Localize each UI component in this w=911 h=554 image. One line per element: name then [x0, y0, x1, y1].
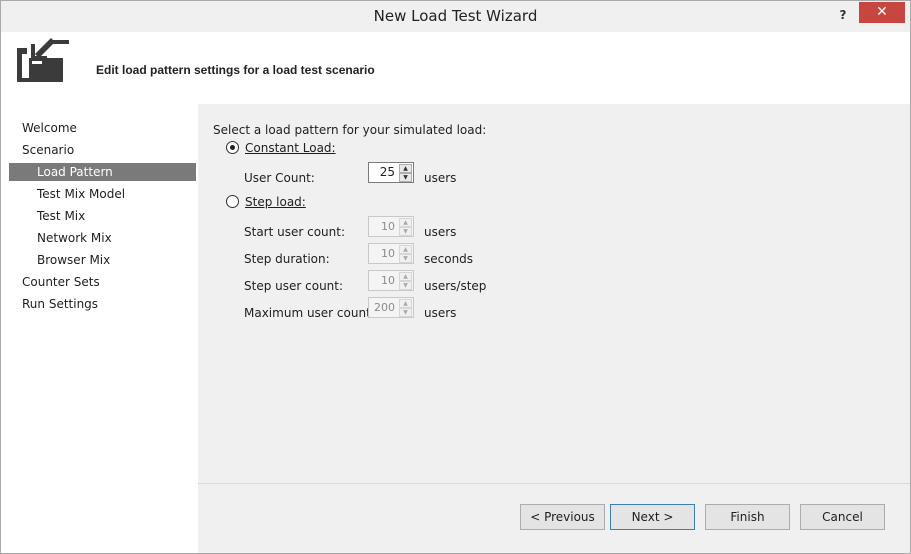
next-button[interactable]: Next > [610, 504, 695, 530]
sidebar-item-counter-sets[interactable]: Counter Sets [9, 273, 196, 291]
maximum-user-count-value: 200 [374, 301, 395, 314]
title-bar: New Load Test Wizard ? ✕ [1, 1, 910, 32]
spin-down-icon[interactable]: ▼ [399, 254, 412, 263]
step-duration-stepper[interactable]: 10 ▲ ▼ [368, 243, 414, 264]
spin-up-icon[interactable]: ▲ [399, 218, 412, 227]
start-user-count-unit: users [424, 225, 457, 239]
start-user-count-value: 10 [381, 220, 395, 233]
sidebar-item-welcome[interactable]: Welcome [9, 119, 196, 137]
step-duration-unit: seconds [424, 252, 474, 266]
step-user-count-label: Step user count: [244, 279, 344, 293]
spin-up-icon[interactable]: ▲ [399, 245, 412, 254]
footer-divider [198, 483, 910, 484]
sidebar-item-browser-mix[interactable]: Browser Mix [9, 251, 196, 269]
spin-up-icon[interactable]: ▲ [399, 164, 412, 173]
spin-down-icon[interactable]: ▼ [399, 281, 412, 290]
start-user-count-label: Start user count: [244, 225, 346, 239]
spin-down-icon[interactable]: ▼ [399, 173, 412, 182]
sidebar-item-load-pattern[interactable]: Load Pattern [9, 163, 196, 181]
maximum-user-count-stepper[interactable]: 200 ▲ ▼ [368, 297, 414, 318]
header-title: Edit load pattern settings for a load te… [96, 63, 375, 77]
maximum-user-count-unit: users [424, 306, 457, 320]
user-count-label: User Count: [244, 171, 315, 185]
help-button[interactable]: ? [830, 5, 856, 25]
close-button[interactable]: ✕ [859, 2, 905, 23]
constant-load-radio[interactable] [226, 141, 239, 154]
close-icon: ✕ [876, 4, 888, 20]
spin-down-icon[interactable]: ▼ [399, 308, 412, 317]
sidebar-item-network-mix[interactable]: Network Mix [9, 229, 196, 247]
step-load-label[interactable]: Step load: [245, 195, 306, 209]
previous-button[interactable]: < Previous [520, 504, 605, 530]
start-user-count-stepper[interactable]: 10 ▲ ▼ [368, 216, 414, 237]
wizard-header: Edit load pattern settings for a load te… [1, 32, 910, 104]
sidebar-item-test-mix-model[interactable]: Test Mix Model [9, 185, 196, 203]
spin-down-icon[interactable]: ▼ [399, 227, 412, 236]
constant-load-label[interactable]: Constant Load: [245, 141, 336, 155]
cancel-button[interactable]: Cancel [800, 504, 885, 530]
step-duration-value: 10 [381, 247, 395, 260]
wizard-import-arrow-icon [17, 38, 69, 82]
sidebar-item-scenario[interactable]: Scenario [9, 141, 196, 159]
step-user-count-unit: users/step [424, 279, 487, 293]
step-user-count-stepper[interactable]: 10 ▲ ▼ [368, 270, 414, 291]
wizard-window: New Load Test Wizard ? ✕ Edit load patte… [0, 0, 911, 554]
wizard-steps-sidebar: Welcome Scenario Load Pattern Test Mix M… [1, 104, 198, 553]
radio-selected-dot [230, 145, 235, 150]
maximum-user-count-label: Maximum user count: [244, 306, 375, 320]
finish-button[interactable]: Finish [705, 504, 790, 530]
load-pattern-panel: Select a load pattern for your simulated… [198, 104, 910, 483]
sidebar-item-test-mix[interactable]: Test Mix [9, 207, 196, 225]
step-duration-label: Step duration: [244, 252, 330, 266]
step-user-count-value: 10 [381, 274, 395, 287]
spin-up-icon[interactable]: ▲ [399, 299, 412, 308]
sidebar-item-run-settings[interactable]: Run Settings [9, 295, 196, 313]
window-title: New Load Test Wizard [373, 7, 538, 25]
step-load-radio[interactable] [226, 195, 239, 208]
user-count-value[interactable]: 25 [369, 163, 397, 182]
load-pattern-prompt: Select a load pattern for your simulated… [213, 123, 487, 137]
user-count-stepper[interactable]: 25 ▲ ▼ [368, 162, 414, 183]
user-count-unit: users [424, 171, 457, 185]
spin-up-icon[interactable]: ▲ [399, 272, 412, 281]
